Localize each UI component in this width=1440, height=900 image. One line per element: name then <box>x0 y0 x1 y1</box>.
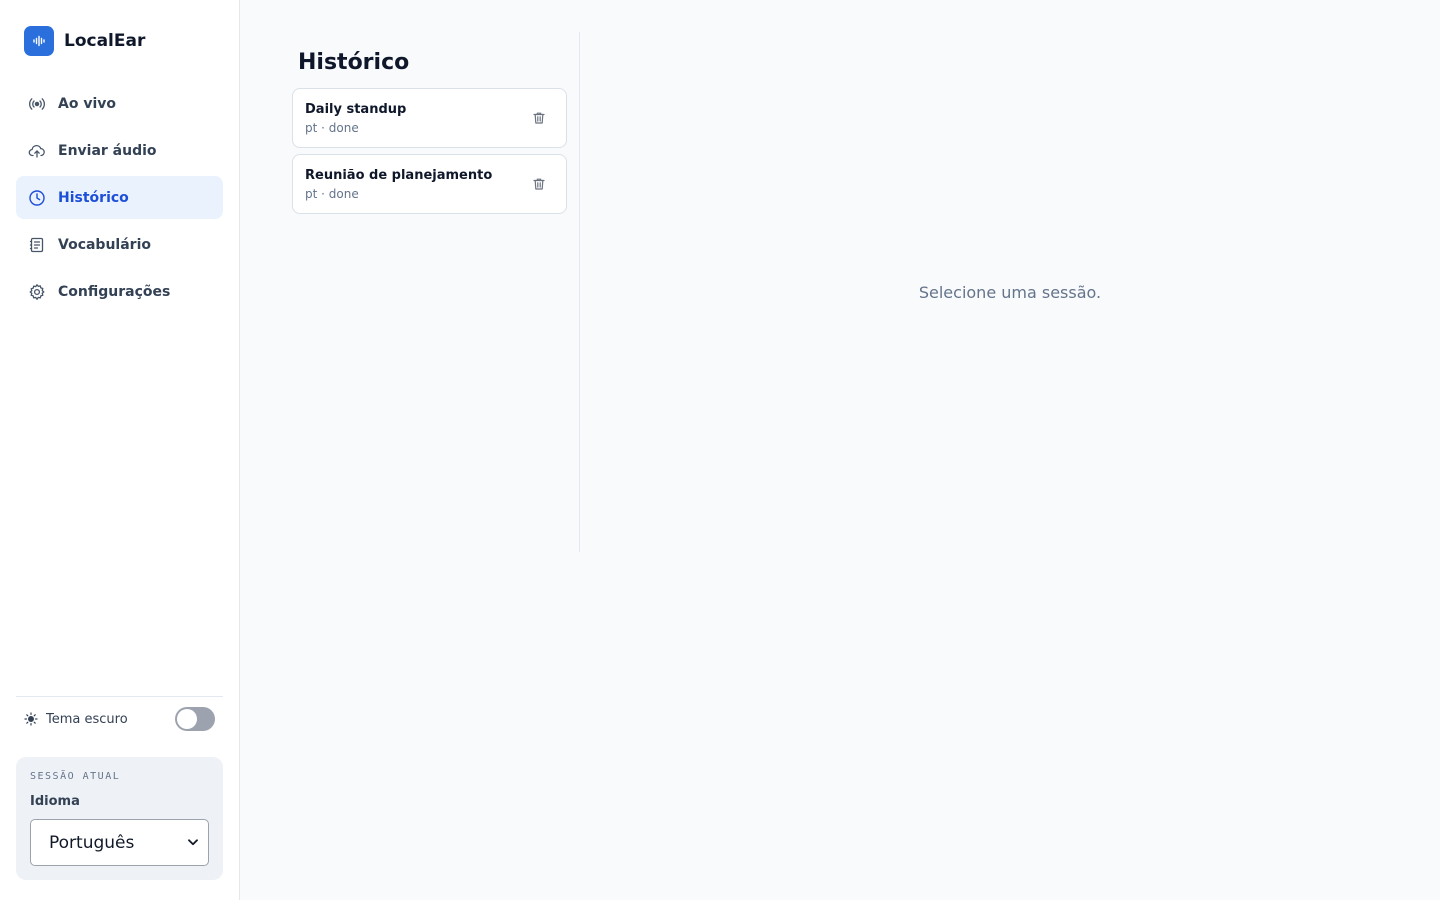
session-list: Daily standup pt · done Reunião de plane… <box>292 88 567 214</box>
sun-icon <box>24 712 38 726</box>
language-select[interactable]: Português <box>30 819 209 866</box>
sidebar: LocalEar Ao vivo Enviar áudio Histórico … <box>0 0 240 900</box>
sidebar-item-label: Enviar áudio <box>58 142 157 159</box>
dark-theme-toggle[interactable] <box>175 707 215 731</box>
language-label: Idioma <box>30 794 80 809</box>
app-root: LocalEar Ao vivo Enviar áudio Histórico … <box>0 0 1440 900</box>
session-meta: pt · done <box>305 120 359 135</box>
main-content: Histórico Daily standup pt · done Reuniã… <box>240 0 1440 900</box>
language-select-value: Português <box>49 832 135 853</box>
sidebar-nav: Ao vivo Enviar áudio Histórico Vocabulár… <box>16 82 223 313</box>
session-title: Reunião de planejamento <box>305 167 493 183</box>
book-icon <box>28 236 46 254</box>
gear-icon <box>28 283 46 301</box>
session-card-reuniao-de-planejamento[interactable]: Reunião de planejamento pt · done <box>292 154 567 214</box>
session-title: Daily standup <box>305 101 407 117</box>
app-name: LocalEar <box>64 31 146 51</box>
session-card-daily-standup[interactable]: Daily standup pt · done <box>292 88 567 148</box>
trash-icon[interactable] <box>530 109 548 127</box>
sidebar-item-label: Histórico <box>58 189 129 206</box>
toggle-knob <box>177 709 197 729</box>
sidebar-item-label: Vocabulário <box>58 236 151 253</box>
waveform-logo-icon <box>24 26 54 56</box>
empty-state-message: Selecione uma sessão. <box>918 282 1102 302</box>
clock-icon <box>28 189 46 207</box>
current-session-title: SESSÃO ATUAL <box>30 771 121 782</box>
trash-icon[interactable] <box>530 175 548 193</box>
theme-toggle-row: Tema escuro <box>16 696 223 741</box>
theme-label: Tema escuro <box>46 711 128 727</box>
session-card-text: Daily standup pt · done <box>305 102 406 135</box>
sidebar-item-ao-vivo[interactable]: Ao vivo <box>16 82 223 125</box>
sidebar-item-enviar-audio[interactable]: Enviar áudio <box>16 129 223 172</box>
page-title: Histórico <box>298 50 410 75</box>
sidebar-item-vocabulario[interactable]: Vocabulário <box>16 223 223 266</box>
sidebar-item-historico[interactable]: Histórico <box>16 176 223 219</box>
current-session-panel: SESSÃO ATUAL Idioma Português <box>16 757 223 880</box>
cloud-upload-icon <box>28 142 46 160</box>
sidebar-item-label: Ao vivo <box>58 95 116 112</box>
broadcast-icon <box>28 95 46 113</box>
chevron-down-icon <box>188 839 198 846</box>
history-list-panel: Histórico Daily standup pt · done Reuniã… <box>292 32 580 552</box>
brand[interactable]: LocalEar <box>16 21 223 61</box>
session-card-text: Reunião de planejamento pt · done <box>305 168 492 201</box>
sidebar-item-configuracoes[interactable]: Configurações <box>16 270 223 313</box>
sidebar-item-label: Configurações <box>58 283 171 300</box>
session-detail-panel: Selecione uma sessão. <box>580 32 1440 552</box>
session-meta: pt · done <box>305 186 359 201</box>
